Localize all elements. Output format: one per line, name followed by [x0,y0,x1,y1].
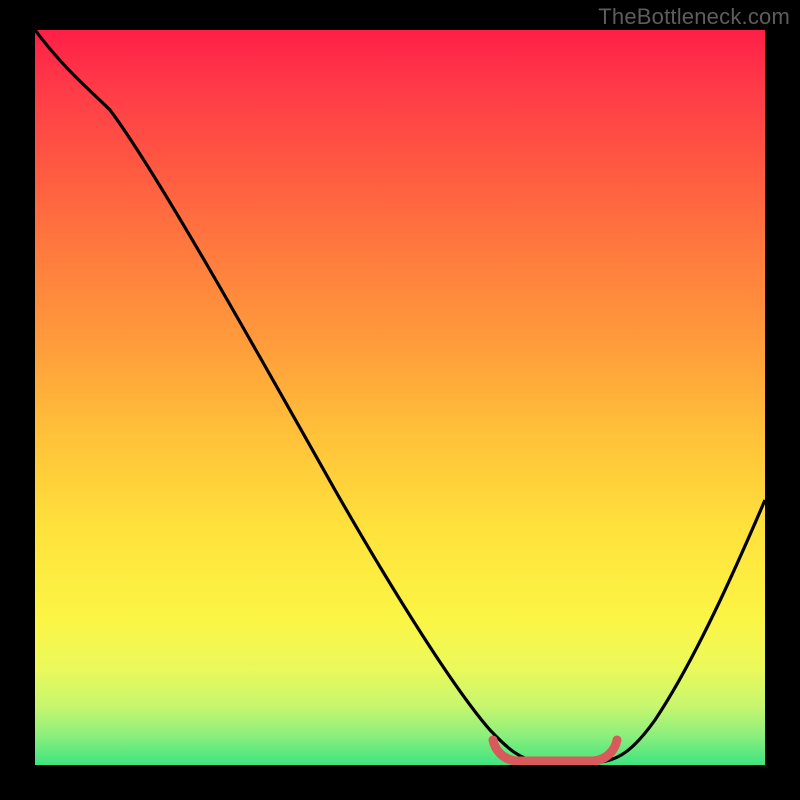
curve-layer [35,30,765,765]
watermark-text: TheBottleneck.com [598,4,790,30]
chart-frame: TheBottleneck.com [0,0,800,800]
bottleneck-curve-line [35,30,765,762]
plot-area [35,30,765,765]
